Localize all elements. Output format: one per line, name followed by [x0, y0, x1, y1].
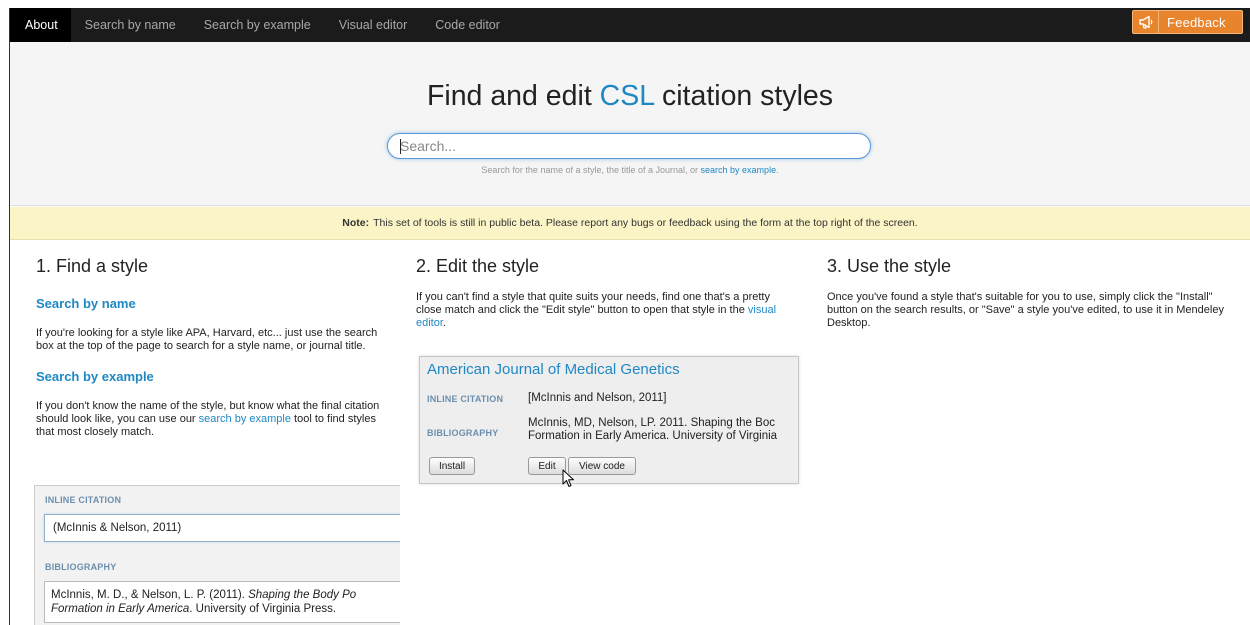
- text-cursor: [400, 139, 401, 154]
- search-hint-text: Search for the name of a style, the titl…: [481, 165, 701, 175]
- tab-search-by-example[interactable]: Search by example: [190, 8, 325, 42]
- style-title-link[interactable]: American Journal of Medical Genetics: [427, 361, 680, 378]
- hero-section: Find and edit CSL citation styles Search…: [10, 42, 1250, 206]
- search-by-name-heading[interactable]: Search by name: [36, 296, 391, 311]
- beta-note: Note: This set of tools is still in publ…: [10, 207, 1250, 240]
- card-bib-line1: McInnis, MD, Nelson, LP. 2011. Shaping t…: [528, 417, 775, 429]
- search-by-example-inline-link[interactable]: search by example: [199, 413, 291, 425]
- search-by-example-text: If you don't know the name of the style,…: [36, 400, 391, 439]
- search-input[interactable]: [387, 133, 871, 159]
- page-title: Find and edit CSL citation styles: [10, 80, 1250, 113]
- bib-line1-plain: McInnis, M. D., & Nelson, L. P. (2011).: [51, 589, 249, 601]
- feedback-label: Feedback: [1167, 14, 1226, 30]
- page: About Search by name Search by example V…: [9, 8, 1250, 625]
- tab-visual-editor[interactable]: Visual editor: [325, 8, 422, 42]
- tab-search-by-name[interactable]: Search by name: [71, 8, 190, 42]
- edit-style-text-1: If you can't find a style that quite sui…: [416, 291, 770, 316]
- inline-citation-field[interactable]: (McInnis & Nelson, 2011): [44, 514, 400, 542]
- mouse-pointer-icon: [562, 469, 574, 487]
- card-bib-line2: Formation in Early America. University o…: [528, 430, 778, 442]
- search-hint: Search for the name of a style, the titl…: [10, 165, 1250, 175]
- beta-note-text: This set of tools is still in public bet…: [373, 217, 918, 229]
- title-highlight: CSL: [599, 80, 655, 112]
- find-style-column: 1. Find a style Search by name If you're…: [36, 256, 391, 439]
- view-code-button[interactable]: View code: [568, 457, 636, 475]
- edit-style-column: 2. Edit the style If you can't find a st…: [416, 256, 796, 330]
- edit-style-heading: 2. Edit the style: [416, 256, 540, 276]
- megaphone-icon: [1133, 11, 1159, 33]
- card-bibliography-value: McInnis, MD, Nelson, LP. 2011. Shaping t…: [528, 417, 798, 443]
- card-bibliography-label: BIBLIOGRAPHY: [427, 428, 499, 438]
- card-inline-citation-value: [McInnis and Nelson, 2011]: [528, 392, 667, 404]
- edit-style-text: If you can't find a style that quite sui…: [416, 291, 796, 330]
- install-button[interactable]: Install: [429, 457, 475, 475]
- use-style-column: 3. Use the style Once you've found a sty…: [827, 256, 1227, 330]
- tab-code-editor[interactable]: Code editor: [421, 8, 514, 42]
- beta-note-label: Note:: [342, 217, 370, 229]
- edit-button[interactable]: Edit: [528, 457, 566, 475]
- search-by-name-text: If you're looking for a style like APA, …: [36, 327, 378, 352]
- feedback-button[interactable]: Feedback: [1132, 10, 1243, 34]
- tab-about[interactable]: About: [10, 8, 71, 42]
- style-result-card: American Journal of Medical Genetics INL…: [419, 356, 799, 484]
- bibliography-field[interactable]: McInnis, M. D., & Nelson, L. P. (2011). …: [44, 581, 400, 623]
- bib-line1-italic: Shaping the Body Po: [248, 589, 357, 601]
- inline-citation-label: INLINE CITATION: [45, 495, 122, 505]
- use-style-text: Once you've found a style that's suitabl…: [827, 291, 1224, 329]
- bibliography-label: BIBLIOGRAPHY: [45, 562, 117, 572]
- card-inline-citation-label: INLINE CITATION: [427, 394, 504, 404]
- bib-line2-italic: Formation in Early America: [51, 603, 190, 615]
- bib-line2-plain: . University of Virginia Press.: [189, 603, 337, 615]
- title-suffix: citation styles: [654, 80, 834, 112]
- search-by-example-heading[interactable]: Search by example: [36, 369, 391, 384]
- search-by-example-link[interactable]: search by example: [701, 165, 777, 175]
- use-style-heading: 3. Use the style: [827, 256, 952, 276]
- find-style-heading: 1. Find a style: [36, 256, 149, 276]
- search-hint-end: .: [776, 165, 779, 175]
- search-by-example-panel: INLINE CITATION (McInnis & Nelson, 2011)…: [34, 485, 400, 625]
- top-nav: About Search by name Search by example V…: [10, 8, 1250, 42]
- edit-style-text-2: .: [442, 317, 446, 329]
- title-prefix: Find and edit: [426, 80, 600, 112]
